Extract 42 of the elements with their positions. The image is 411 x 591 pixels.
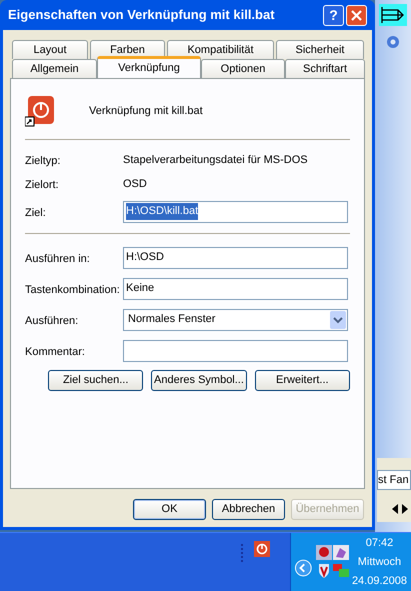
input-field[interactable]: H:\OSD\kill.bat <box>123 200 348 222</box>
button[interactable]: Erweitert... <box>254 370 350 391</box>
field-label: Kommentar: <box>25 346 85 358</box>
tab[interactable]: Kompatibilität <box>167 40 274 59</box>
tab[interactable]: Allgemein <box>12 59 97 78</box>
power-icon <box>254 541 270 557</box>
input-field[interactable] <box>123 340 348 362</box>
field-value: OSD <box>123 176 147 192</box>
field-label: Ziel: <box>25 206 46 218</box>
tab[interactable]: Layout <box>12 40 88 59</box>
clock-time: 07:42 <box>366 536 394 550</box>
close-icon <box>351 10 362 20</box>
input-field[interactable]: H:\OSD <box>123 246 348 268</box>
field-label: Zielort: <box>25 179 59 191</box>
tab[interactable]: Sicherheit <box>276 40 364 59</box>
button[interactable]: Abbrechen <box>212 499 285 520</box>
dropdown[interactable]: Normales Fenster <box>123 308 348 330</box>
network-icon <box>333 563 350 579</box>
tray-icon <box>316 545 332 560</box>
tab[interactable]: Optionen <box>201 59 285 78</box>
input-field[interactable]: st Fan <box>377 470 411 490</box>
shortcut-name: Verknüpfung mit kill.bat <box>89 104 203 119</box>
help-button[interactable]: ? <box>323 4 344 26</box>
field-label: Tastenkombination: <box>25 284 120 296</box>
clock-date: 24.09.2008 <box>352 574 407 588</box>
window-title: Eigenschaften von Verknüpfung mit kill.bat <box>8 6 276 24</box>
field-value: Stapelverarbeitungsdatei für MS-DOS <box>123 152 308 168</box>
button[interactable]: Anderes Symbol... <box>151 370 247 391</box>
tab[interactable]: Verknüpfung <box>97 56 201 78</box>
button[interactable]: OK <box>133 499 206 520</box>
input-field[interactable]: Keine <box>123 278 348 300</box>
button[interactable]: Ziel suchen... <box>48 370 144 391</box>
power-shortcut-icon <box>25 95 55 127</box>
grip-icon <box>240 543 244 563</box>
tab[interactable]: Schriftart <box>285 59 365 78</box>
chevron-icon <box>295 559 312 577</box>
field-label: Zieltyp: <box>25 155 60 167</box>
field-label: Ausführen: <box>25 314 78 326</box>
clock-day: Mittwoch <box>358 552 402 572</box>
field-label: Ausführen in: <box>25 252 90 264</box>
close-button[interactable] <box>346 4 367 26</box>
tray-icon <box>333 545 350 560</box>
